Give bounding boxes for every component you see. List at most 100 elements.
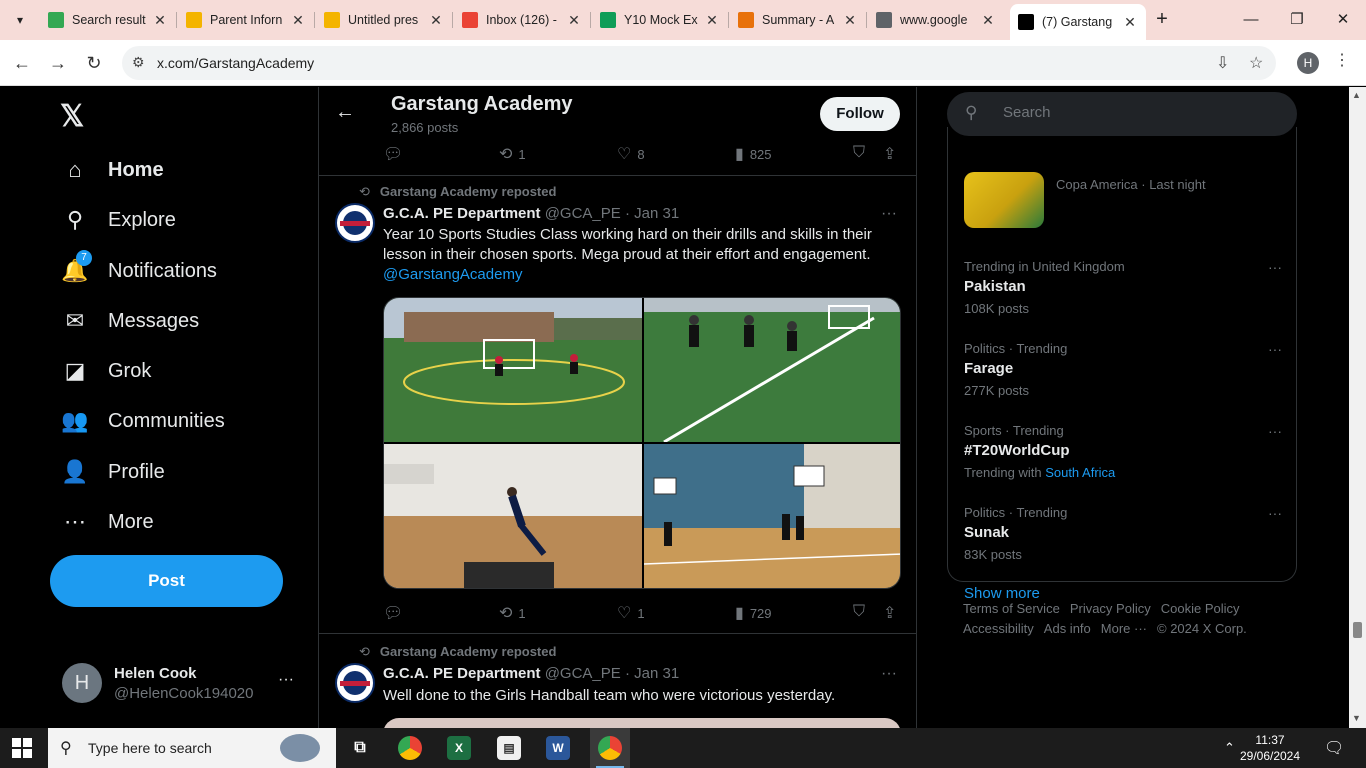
search-box[interactable]: ⚲ Search (947, 92, 1297, 136)
close-tab-icon[interactable]: ✕ (842, 12, 858, 29)
footer-link[interactable]: Privacy Policy (1070, 601, 1151, 616)
x-logo-icon[interactable]: 𝕏 (60, 99, 84, 134)
browser-profile-avatar[interactable]: H (1297, 52, 1319, 74)
tweet-date[interactable]: · Jan 31 (625, 665, 679, 682)
taskbar-active-app[interactable] (590, 728, 630, 768)
close-tab-icon[interactable]: ✕ (428, 12, 444, 29)
trend-item[interactable]: Politics · Trending Farage 277K posts ··· (964, 341, 1282, 398)
back-arrow-icon[interactable]: ← (335, 101, 355, 124)
scroll-down-icon[interactable]: ▼ (1352, 713, 1361, 723)
more-dots-icon[interactable]: ··· (1268, 505, 1282, 521)
page-scrollbar[interactable]: ▲ ▼ (1349, 87, 1366, 728)
bookmark-button[interactable]: ⛉ (853, 144, 871, 162)
close-tab-icon[interactable]: ✕ (704, 12, 720, 29)
more-dots-icon[interactable]: ··· (278, 671, 294, 689)
browser-tab[interactable]: (7) Garstang ✕ (1010, 4, 1146, 40)
browser-tab[interactable]: www.google ✕ (868, 4, 1004, 36)
close-tab-icon[interactable]: ✕ (566, 12, 582, 29)
views-button[interactable]: ▮ 729 (735, 603, 772, 623)
close-tab-icon[interactable]: ✕ (290, 12, 306, 29)
avatar[interactable] (335, 203, 375, 243)
word-icon[interactable]: W (546, 736, 570, 760)
system-clock[interactable]: 11:37 29/06/2024 (1232, 732, 1308, 764)
scroll-thumb[interactable] (1353, 622, 1362, 638)
trend-thumbnail[interactable] (964, 172, 1044, 228)
views-button[interactable]: ▮ 825 (735, 144, 772, 164)
reload-button[interactable]: ↻ (80, 49, 108, 77)
browser-tab[interactable]: Summary - A ✕ (730, 4, 866, 36)
close-tab-icon[interactable]: ✕ (980, 12, 996, 29)
trend-item[interactable]: Trending in United Kingdom Pakistan 108K p… (964, 259, 1282, 316)
footer-link[interactable]: Ads info (1044, 621, 1091, 636)
author-name[interactable]: G.C.A. PE Department (383, 205, 541, 222)
tweet-more-icon[interactable]: ··· (881, 205, 897, 223)
like-button[interactable]: ♡ 1 (617, 603, 645, 623)
browser-tab[interactable]: Y10 Mock Ex ✕ (592, 4, 728, 36)
more-dots-icon[interactable]: ··· (1268, 341, 1282, 357)
windows-start-icon[interactable] (12, 738, 32, 758)
photo-football-running[interactable] (644, 298, 900, 442)
footer-link[interactable]: Accessibility (963, 621, 1034, 636)
tweet-date[interactable]: · Jan 31 (625, 205, 679, 222)
search-input[interactable]: Search (1003, 104, 1051, 121)
author-handle[interactable]: @GCA_PE (545, 665, 621, 682)
like-button[interactable]: ♡ 8 (617, 144, 645, 164)
browser-menu-icon[interactable]: ⋮ (1334, 50, 1350, 70)
sidebar-item-home[interactable]: ⌂ Home (60, 152, 163, 188)
browser-tab[interactable]: Inbox (126) - ✕ (454, 4, 590, 36)
forward-button[interactable]: → (44, 49, 72, 77)
share-button[interactable]: ⇪ (883, 144, 902, 164)
follow-button[interactable]: Follow (820, 97, 900, 131)
close-window-button[interactable]: ✕ (1320, 6, 1366, 34)
tab-search-menu-icon[interactable]: ▾ (8, 8, 32, 32)
tweet[interactable]: ⟲ Garstang Academy reposted G.C.A. PE Dep… (319, 175, 916, 633)
browser-tab[interactable]: Search result ✕ (40, 4, 176, 36)
post-button[interactable]: Post (50, 555, 283, 607)
more-dots-icon[interactable]: ··· (1268, 259, 1282, 275)
browser-tab[interactable]: Untitled pres ✕ (316, 4, 452, 36)
taskbar-search[interactable]: ⚲ Type here to search (48, 728, 336, 768)
tweet-media-preview[interactable] (383, 718, 901, 728)
sidebar-item-profile[interactable]: 👤 Profile (60, 454, 164, 490)
sidebar-item-messages[interactable]: ✉ Messages (60, 303, 199, 339)
footer-link[interactable]: Cookie Policy (1161, 601, 1240, 616)
footer-link[interactable]: More ··· (1101, 621, 1147, 636)
sidebar-item-explore[interactable]: ⚲ Explore (60, 202, 176, 238)
excel-icon[interactable]: X (447, 736, 471, 760)
photo-football-drills[interactable] (384, 298, 642, 442)
author-handle[interactable]: @GCA_PE (545, 205, 621, 222)
sidebar-item-grok[interactable]: ◪ Grok (60, 353, 152, 389)
more-dots-icon[interactable]: ··· (1268, 423, 1282, 439)
footer-link[interactable]: © 2024 X Corp. (1157, 621, 1247, 636)
minimize-button[interactable]: — (1228, 6, 1274, 34)
site-info-icon[interactable]: ⚙ (132, 54, 145, 71)
footer-link[interactable]: Terms of Service (963, 601, 1060, 616)
taskbar-search-input[interactable]: Type here to search (88, 740, 212, 756)
trend-item[interactable]: Sports · Trending #T20WorldCup Trending wi… (964, 423, 1282, 480)
account-switcher[interactable]: H Helen Cook @HelenCook194020 ··· (62, 663, 302, 707)
back-button[interactable]: ← (8, 49, 36, 77)
photo-sports-hall[interactable] (644, 444, 900, 588)
sidebar-item-notifications[interactable]: 🔔 7 Notifications (60, 250, 217, 289)
maximize-button[interactable]: ❐ (1274, 6, 1320, 34)
bookmark-button[interactable]: ⛉ (853, 603, 871, 621)
repost-button[interactable]: ⟲ 1 (499, 603, 526, 623)
avatar[interactable] (335, 663, 375, 703)
sidebar-item-more[interactable]: ⋯ More (60, 504, 154, 540)
search-highlight-icon[interactable] (280, 734, 320, 762)
address-bar[interactable]: ⚙ x.com/GarstangAcademy ⇩ ☆ (122, 46, 1276, 80)
new-tab-button[interactable]: + (1150, 8, 1174, 32)
close-tab-icon[interactable]: ✕ (152, 12, 168, 29)
tweet-more-icon[interactable]: ··· (881, 665, 897, 683)
mention-link[interactable]: @GarstangAcademy (383, 266, 522, 283)
sidebar-item-communities[interactable]: 👥 Communities (60, 403, 224, 439)
close-tab-icon[interactable]: ✕ (1122, 14, 1138, 31)
scroll-up-icon[interactable]: ▲ (1352, 90, 1361, 100)
author-name[interactable]: G.C.A. PE Department (383, 665, 541, 682)
chrome-icon[interactable] (398, 736, 422, 760)
photo-dance-studio[interactable] (384, 444, 642, 588)
tweet[interactable]: ⟲ Garstang Academy reposted G.C.A. PE Dep… (319, 633, 916, 728)
repost-button[interactable]: ⟲ 1 (499, 144, 526, 164)
trend-item[interactable]: Politics · Trending Sunak 83K posts ··· (964, 505, 1282, 562)
reply-button[interactable]: 💬︎ (383, 603, 409, 623)
